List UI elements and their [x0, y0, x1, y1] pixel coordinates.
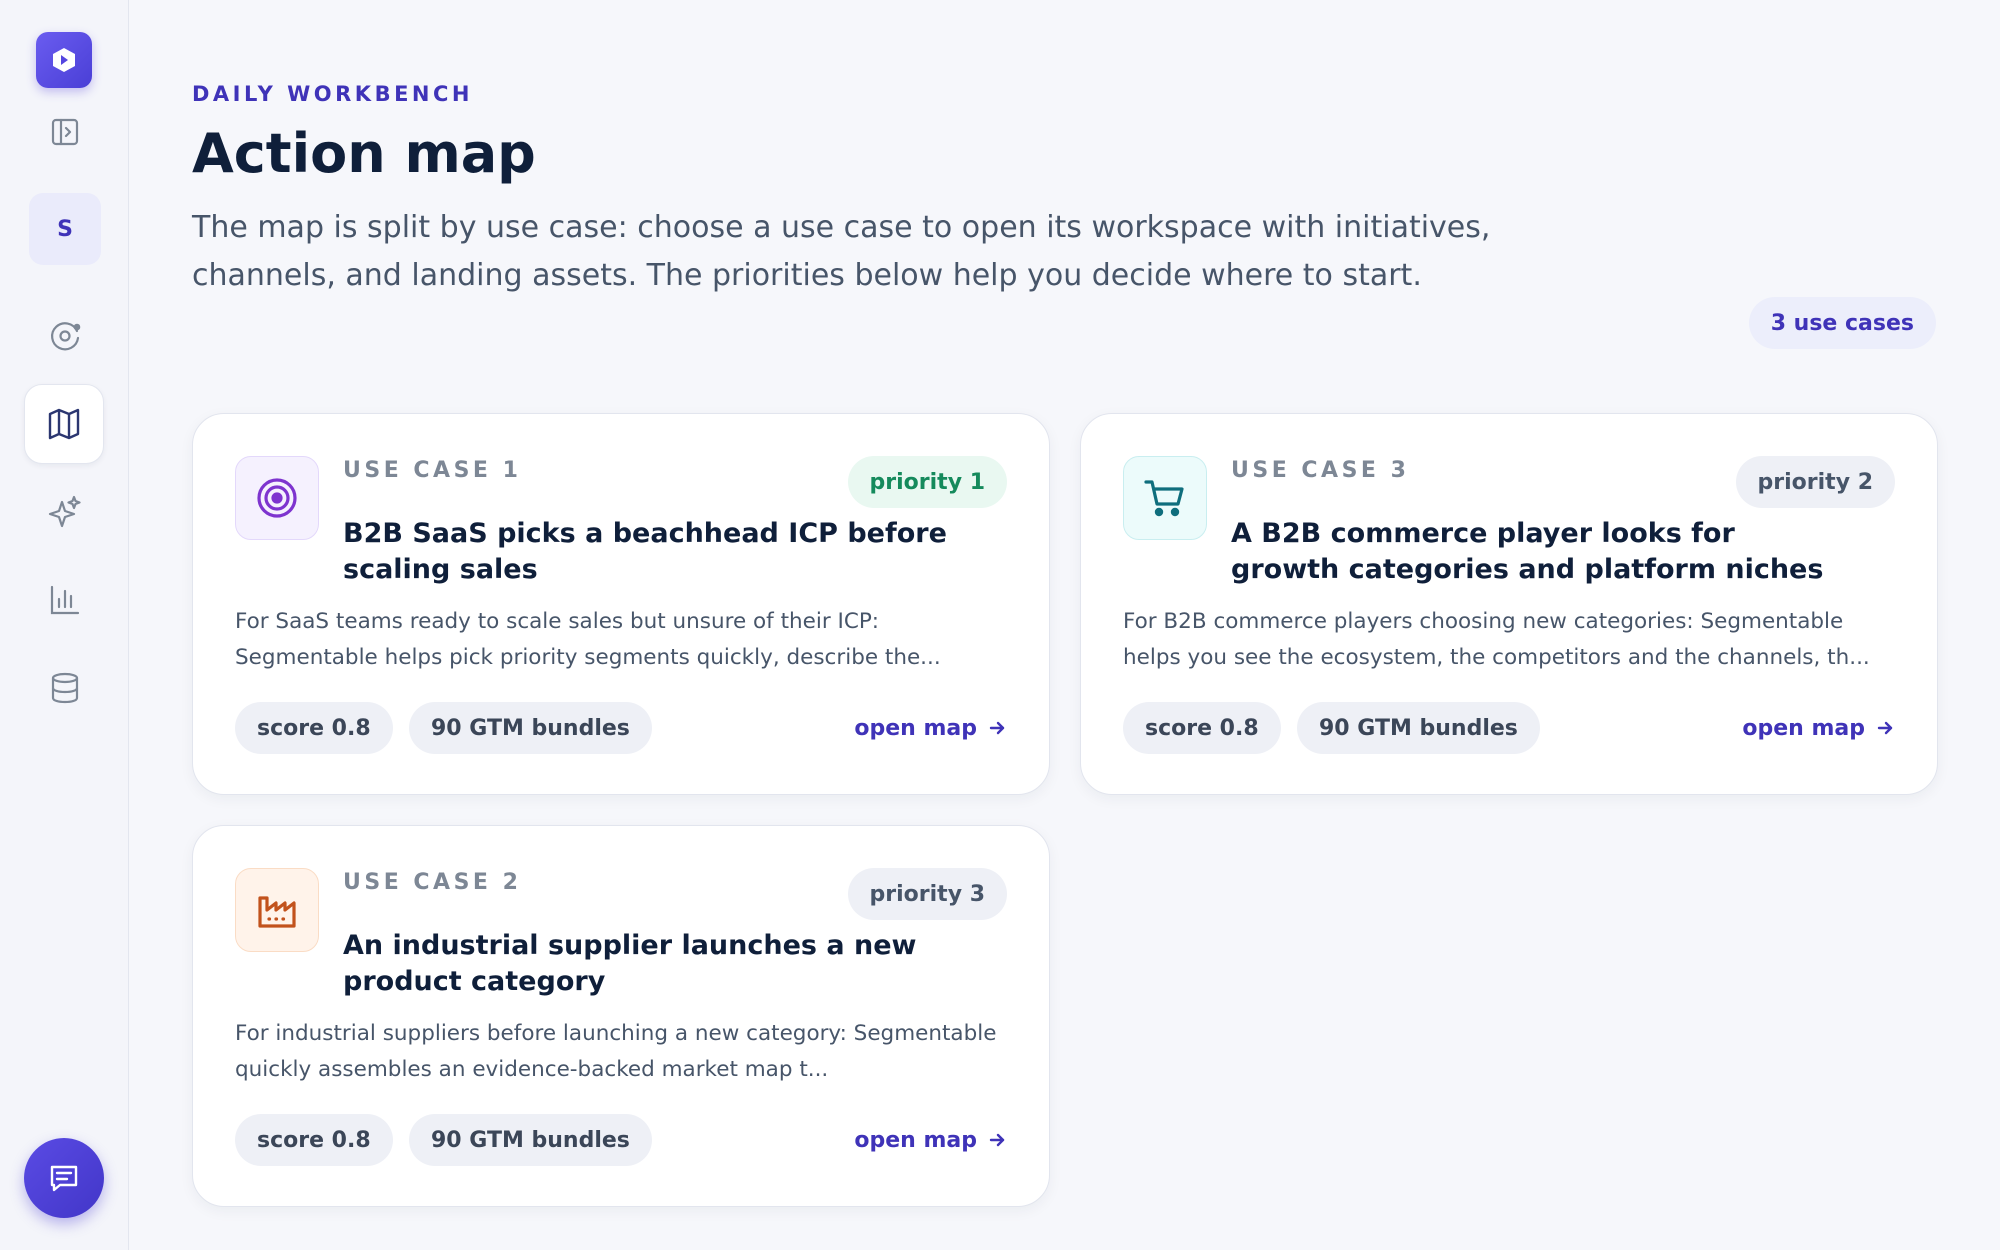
arrow-right-icon	[989, 721, 1005, 735]
use-case-title: A B2B commerce player looks for growth c…	[1231, 518, 1824, 585]
arrow-right-icon	[1877, 721, 1893, 735]
factory-icon	[235, 868, 319, 952]
score-tag: score 0.8	[235, 1114, 393, 1166]
avatar-initial: S	[57, 216, 73, 242]
avatar[interactable]: S	[29, 193, 101, 265]
use-case-card[interactable]: USE CASE 3 priority 2 A B2B commerce pla…	[1080, 413, 1938, 795]
use-case-label: USE CASE 1	[343, 458, 522, 483]
open-map-link[interactable]: open map	[1742, 702, 1895, 754]
score-tag: score 0.8	[1123, 702, 1281, 754]
page-intro: The map is split by use case: choose a u…	[192, 210, 1491, 293]
sidebar-toggle-icon[interactable]	[37, 104, 93, 160]
use-case-description: For B2B commerce players choosing new ca…	[1123, 609, 1870, 670]
map-icon[interactable]	[24, 384, 104, 464]
use-case-title: An industrial supplier launches a new pr…	[343, 930, 917, 997]
use-case-label: USE CASE 2	[343, 870, 522, 895]
use-case-description: For industrial suppliers before launchin…	[235, 1021, 997, 1082]
open-map-label: open map	[854, 715, 977, 741]
priority-badge: priority 2	[1735, 456, 1895, 508]
priority-badge: priority 1	[847, 456, 1007, 508]
open-map-link[interactable]: open map	[854, 702, 1007, 754]
bar-chart-icon[interactable]	[37, 572, 93, 628]
use-case-title: B2B SaaS picks a beachhead ICP before sc…	[343, 518, 947, 585]
bundles-tag: 90 GTM bundles	[409, 702, 652, 754]
use-case-label: USE CASE 3	[1231, 458, 1410, 483]
bundles-tag: 90 GTM bundles	[1297, 702, 1540, 754]
use-case-description: For SaaS teams ready to scale sales but …	[235, 609, 941, 670]
cart-icon	[1123, 456, 1207, 540]
chat-icon[interactable]	[24, 1138, 104, 1218]
use-case-count-badge: 3 use cases	[1748, 297, 1936, 349]
bundles-tag: 90 GTM bundles	[409, 1114, 652, 1166]
sparkles-icon[interactable]	[37, 484, 93, 540]
logo-icon[interactable]	[36, 32, 92, 88]
use-case-card[interactable]: USE CASE 2 priority 3 An industrial supp…	[192, 825, 1050, 1207]
eyebrow: DAILY WORKBENCH	[192, 82, 473, 106]
open-map-label: open map	[1742, 715, 1865, 741]
orbit-icon[interactable]	[37, 308, 93, 364]
open-map-label: open map	[854, 1127, 977, 1153]
target-icon	[235, 456, 319, 540]
sidebar: S	[0, 0, 129, 1250]
open-map-link[interactable]: open map	[854, 1114, 1007, 1166]
score-tag: score 0.8	[235, 702, 393, 754]
priority-badge: priority 3	[847, 868, 1007, 920]
page-title: Action map	[192, 122, 536, 185]
arrow-right-icon	[989, 1133, 1005, 1147]
database-icon[interactable]	[37, 660, 93, 716]
use-case-card[interactable]: USE CASE 1 priority 1 B2B SaaS picks a b…	[192, 413, 1050, 795]
